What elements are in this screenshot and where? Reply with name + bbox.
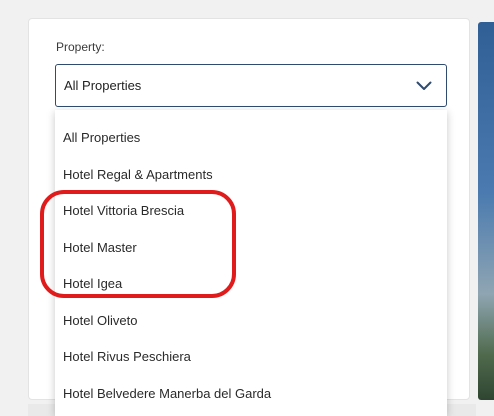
option-hotel-rivus-peschiera[interactable]: Hotel Rivus Peschiera (55, 339, 447, 376)
option-hotel-igea[interactable]: Hotel Igea (55, 266, 447, 303)
property-dropdown-list: All Properties Hotel Regal & Apartments … (55, 110, 447, 416)
property-label: Property: (56, 40, 105, 54)
option-hotel-master[interactable]: Hotel Master (55, 230, 447, 267)
chevron-down-icon[interactable] (416, 81, 432, 91)
property-select-value: All Properties (64, 78, 142, 93)
screen: Property: All Properties All Properties … (0, 0, 494, 416)
option-hotel-belvedere-manerba[interactable]: Hotel Belvedere Manerba del Garda (55, 376, 447, 413)
option-all-properties[interactable]: All Properties (55, 120, 447, 157)
hotel-photo (478, 22, 494, 400)
option-hotel-oliveto[interactable]: Hotel Oliveto (55, 303, 447, 340)
property-select[interactable]: All Properties (55, 64, 447, 107)
option-hotel-vittoria-brescia[interactable]: Hotel Vittoria Brescia (55, 193, 447, 230)
option-hotel-regal-apartments[interactable]: Hotel Regal & Apartments (55, 157, 447, 194)
